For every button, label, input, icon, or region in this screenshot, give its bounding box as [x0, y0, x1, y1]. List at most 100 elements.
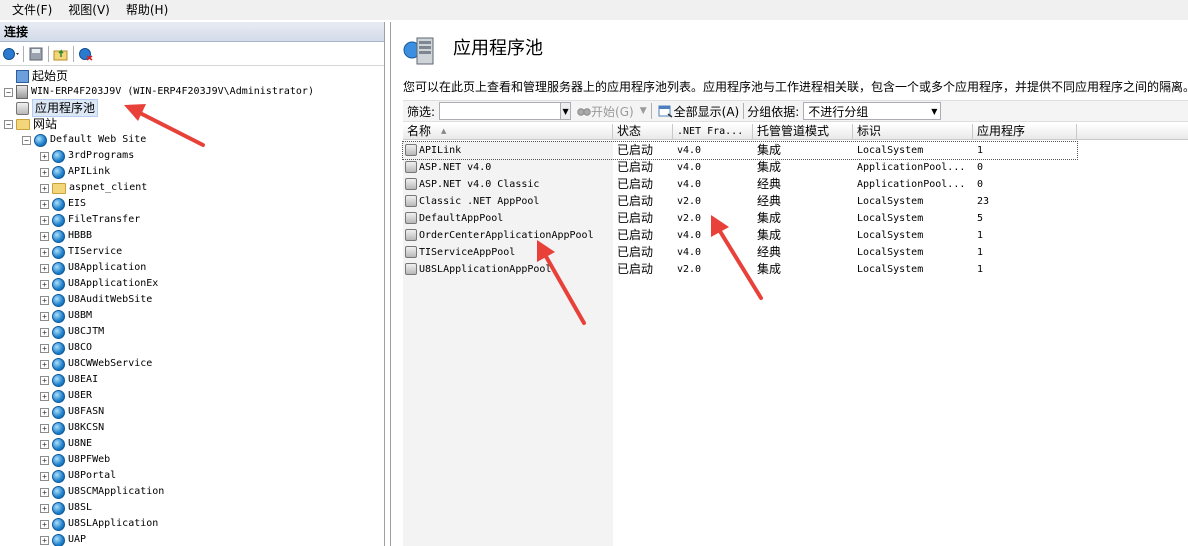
expand-icon[interactable]: +	[40, 231, 49, 241]
column-header[interactable]: 托管管道模式	[753, 124, 853, 140]
tree-item-label: UAP	[68, 534, 87, 545]
expand-icon[interactable]: +	[40, 455, 49, 465]
app-pool-icon	[405, 263, 417, 275]
tree-item[interactable]: + U8SLApplication	[40, 516, 158, 532]
tree-item[interactable]: + HBBB	[40, 228, 92, 244]
globe-icon	[52, 309, 65, 323]
collapse-icon[interactable]: −	[22, 135, 31, 145]
column-header[interactable]: 标识	[853, 124, 973, 140]
tree-item[interactable]: 应用程序池	[4, 99, 99, 117]
expand-icon[interactable]: +	[40, 503, 49, 513]
globe-icon	[52, 341, 65, 355]
tree-item[interactable]: − 网站	[4, 116, 57, 132]
expand-icon[interactable]: +	[40, 215, 49, 225]
tree-item[interactable]: + U8SCMApplication	[40, 484, 164, 500]
collapse-icon[interactable]: −	[4, 119, 13, 129]
tree-item[interactable]: + U8NE	[40, 436, 92, 452]
expand-icon[interactable]: +	[40, 279, 49, 289]
column-header[interactable]: 名称	[403, 124, 613, 140]
menu-item[interactable]: 视图(V)	[60, 0, 118, 20]
expand-icon[interactable]: +	[40, 471, 49, 481]
tree-item[interactable]: − Default Web Site	[22, 132, 146, 148]
column-header[interactable]: 状态	[613, 124, 673, 140]
cell-identity: LocalSystem	[857, 196, 924, 207]
tree-item[interactable]: + U8ApplicationEx	[40, 276, 158, 292]
expand-icon[interactable]: +	[40, 343, 49, 353]
table-row[interactable]: DefaultAppPool 已启动 v2.0 集成 LocalSystem 5	[403, 210, 1077, 227]
table-row[interactable]: U8SLApplicationAppPool 已启动 v2.0 集成 LocalSyst…	[403, 261, 1077, 278]
expand-icon[interactable]: +	[40, 151, 49, 161]
tree-item[interactable]: + UAP	[40, 532, 86, 546]
table-row[interactable]: ASP.NET v4.0 已启动 v4.0 集成 ApplicationPool... 0	[403, 159, 1077, 176]
expand-icon[interactable]: +	[40, 359, 49, 369]
tree-item[interactable]: +3rdPrograms	[40, 148, 134, 164]
tree-item[interactable]: + U8Application	[40, 260, 146, 276]
expand-icon[interactable]: +	[40, 295, 49, 305]
menu-item[interactable]: 帮助(H)	[118, 0, 176, 20]
column-header[interactable]: 应用程序	[973, 124, 1077, 140]
tree-item-label: HBBB	[68, 230, 93, 241]
expand-icon[interactable]: +	[40, 423, 49, 433]
show-all-label: 全部显示(A)	[673, 104, 740, 119]
table-row[interactable]: APILink 已启动 v4.0 集成 LocalSystem 1	[402, 141, 1078, 160]
tree-item[interactable]: + U8ER	[40, 388, 92, 404]
expand-icon[interactable]: +	[40, 391, 49, 401]
cell-identity: ApplicationPool...	[857, 179, 966, 190]
expand-icon[interactable]: +	[40, 535, 49, 545]
connect-icon[interactable]	[2, 44, 20, 64]
tree-item[interactable]: + APILink	[40, 164, 110, 180]
start-filter-button[interactable]: 开始(G) ▼	[577, 103, 647, 120]
table-row[interactable]: TIServiceAppPool 已启动 v4.0 经典 LocalSystem 1	[403, 244, 1077, 261]
tree-item[interactable]: + U8AuditWebSite	[40, 292, 152, 308]
table-row[interactable]: Classic .NET AppPool 已启动 v2.0 经典 LocalSystem…	[403, 193, 1077, 210]
expand-icon[interactable]: +	[40, 487, 49, 497]
expand-icon[interactable]: +	[40, 183, 49, 193]
expand-icon[interactable]: +	[40, 407, 49, 417]
tree-item[interactable]: + aspnet_client	[40, 180, 147, 196]
expand-icon[interactable]: +	[40, 247, 49, 257]
tree-item[interactable]: + U8SL	[40, 500, 92, 516]
tree-item[interactable]: + U8EAI	[40, 372, 98, 388]
expand-icon[interactable]: +	[40, 327, 49, 337]
collapse-icon[interactable]: −	[4, 87, 13, 97]
app-pool-icon	[405, 212, 417, 224]
expand-icon[interactable]: +	[40, 311, 49, 321]
disconnect-icon[interactable]	[77, 44, 95, 64]
tree-item[interactable]: + U8CWWebService	[40, 356, 152, 372]
tree-item[interactable]: + U8Portal	[40, 468, 116, 484]
tree-item[interactable]: + U8PFWeb	[40, 452, 110, 468]
tree-item[interactable]: + U8FASN	[40, 404, 104, 420]
tree-item-label: 网站	[33, 117, 58, 131]
save-icon[interactable]	[27, 44, 45, 64]
up-folder-icon[interactable]	[52, 44, 70, 64]
tree-item[interactable]: + U8CO	[40, 340, 92, 356]
filter-input[interactable]	[439, 102, 562, 120]
tree-item[interactable]: + U8KCSN	[40, 420, 104, 436]
show-all-button[interactable]: 全部显示(A)	[658, 103, 740, 120]
expand-icon[interactable]: +	[40, 167, 49, 177]
table-row[interactable]: OrderCenterApplicationAppPool 已启动 v4.0 集成 Lo…	[403, 227, 1077, 244]
column-header[interactable]: .NET Fra...	[673, 124, 753, 140]
expand-icon[interactable]: +	[40, 375, 49, 385]
tree-item-label: U8PFWeb	[68, 454, 111, 465]
tree-item[interactable]: + U8BM	[40, 308, 92, 324]
globe-icon	[52, 245, 65, 259]
table-row[interactable]: ASP.NET v4.0 Classic 已启动 v4.0 经典 Application…	[403, 176, 1077, 193]
globe-icon	[52, 421, 65, 435]
expand-icon[interactable]: +	[40, 519, 49, 529]
tree-item[interactable]: + FileTransfer	[40, 212, 140, 228]
menu-item[interactable]: 文件(F)	[4, 0, 60, 20]
cell-apps: 1	[977, 264, 984, 275]
start-dropdown-icon[interactable]: ▼	[640, 106, 647, 116]
tree-item[interactable]: + EIS	[40, 196, 86, 212]
tree-item[interactable]: + U8CJTM	[40, 324, 104, 340]
expand-icon[interactable]: +	[40, 199, 49, 209]
tree-item[interactable]: 起始页	[4, 68, 68, 84]
filter-dropdown-icon[interactable]: ▼	[561, 102, 572, 120]
group-by-select[interactable]: 不进行分组 ▼	[803, 102, 942, 120]
tree-item[interactable]: + TIService	[40, 244, 122, 260]
globe-icon	[52, 229, 65, 243]
expand-icon[interactable]: +	[40, 263, 49, 273]
tree-item[interactable]: − WIN-ERP4F203J9V (WIN-ERP4F203J9V\Admini…	[4, 84, 314, 100]
expand-icon[interactable]: +	[40, 439, 49, 449]
